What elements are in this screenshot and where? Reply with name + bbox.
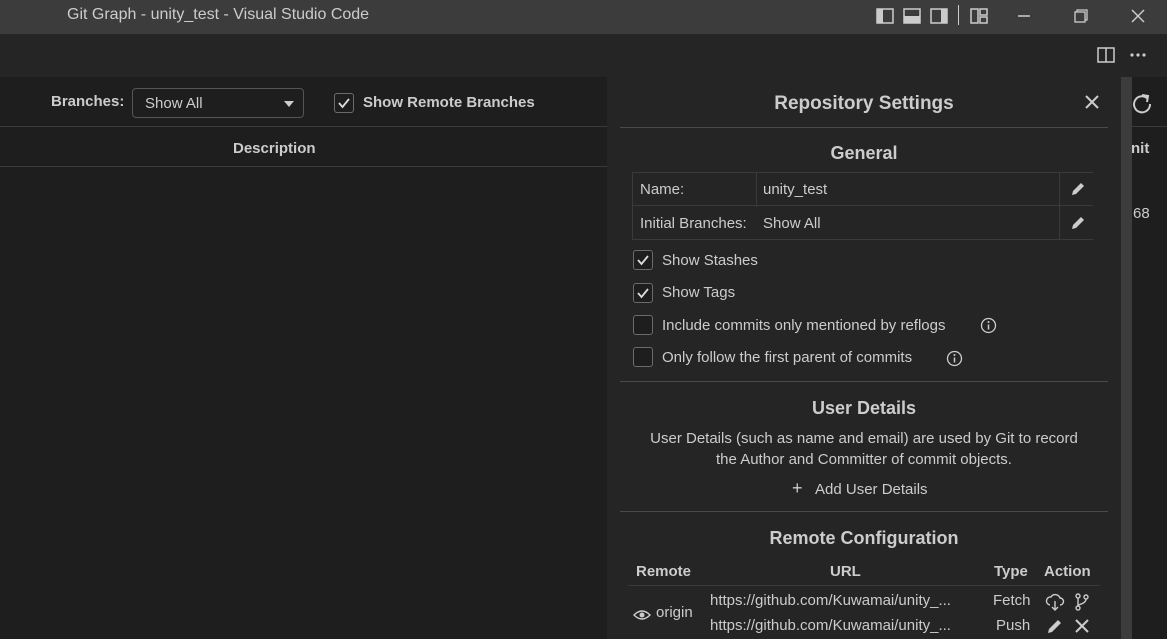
branches-label: Branches:: [51, 93, 125, 110]
commit-column-header-partial: nit: [1131, 140, 1150, 157]
checkmark-icon: [637, 255, 649, 266]
initial-branches-value: Show All: [763, 215, 821, 232]
push-type: Push: [996, 617, 1031, 634]
remote-column-header: Remote: [636, 563, 692, 580]
window-title: Git Graph - unity_test - Visual Studio C…: [67, 6, 370, 23]
branches-dropdown[interactable]: Show All: [132, 88, 304, 118]
branch-icon[interactable]: [1072, 592, 1092, 612]
restore-icon[interactable]: [1068, 4, 1094, 28]
first-parent-checkbox[interactable]: [633, 347, 653, 367]
show-remote-branches-label: Show Remote Branches: [363, 94, 535, 111]
initial-branches-setting-row: Initial Branches: Show All: [632, 207, 1093, 240]
checkmark-icon: [637, 288, 649, 299]
action-column-header: Action: [1044, 563, 1091, 580]
user-details-section-title: User Details: [811, 398, 917, 418]
name-label: Name:: [640, 181, 685, 198]
info-icon[interactable]: [946, 350, 963, 367]
panel-scrollbar[interactable]: [1121, 77, 1132, 639]
name-value: unity_test: [763, 181, 828, 198]
show-remote-branches-checkbox[interactable]: [334, 93, 354, 113]
user-details-description: User Details (such as name and email) ar…: [620, 428, 1108, 470]
add-user-details-button[interactable]: + Add User Details: [792, 478, 928, 499]
repository-settings-title: Repository Settings: [774, 93, 954, 114]
table-border: [632, 173, 633, 240]
branches-dropdown-value: Show All: [145, 95, 203, 112]
checkmark-icon: [338, 98, 350, 109]
divider: [620, 511, 1108, 512]
remote-config-section-title: Remote Configuration: [769, 528, 959, 548]
show-stashes-label: Show Stashes: [662, 252, 758, 269]
show-stashes-checkbox[interactable]: [633, 250, 653, 270]
show-tags-checkbox[interactable]: [633, 283, 653, 303]
info-icon[interactable]: [980, 317, 997, 334]
fetch-url: https://github.com/Kuwamai/unity_...: [710, 592, 951, 609]
edit-remote-icon[interactable]: [1045, 616, 1065, 636]
delete-remote-icon[interactable]: [1072, 616, 1092, 636]
divider: [620, 127, 1108, 128]
close-window-icon[interactable]: [1125, 4, 1151, 28]
toggle-secondary-sidebar-icon[interactable]: [926, 4, 952, 28]
refresh-icon[interactable]: [1130, 91, 1154, 115]
dropdown-arrow-icon: [284, 101, 294, 107]
show-tags-label: Show Tags: [662, 284, 736, 301]
toggle-primary-sidebar-icon[interactable]: [872, 4, 898, 28]
divider: [620, 381, 1108, 382]
more-actions-icon[interactable]: [1126, 44, 1150, 66]
user-details-description-line: User Details (such as name and email) ar…: [650, 430, 1078, 447]
table-border: [1059, 173, 1060, 240]
push-url: https://github.com/Kuwamai/unity_...: [710, 617, 951, 634]
first-parent-label: Only follow the first parent of commits: [662, 349, 913, 366]
edit-name-icon[interactable]: [1069, 180, 1087, 198]
general-section-title: General: [830, 143, 898, 163]
close-settings-icon[interactable]: [1082, 92, 1102, 112]
description-column-header: Description: [233, 140, 316, 157]
titlebar-divider: [958, 5, 959, 25]
editor-tab-bar: [0, 34, 1167, 77]
customize-layout-icon[interactable]: [966, 4, 992, 28]
fetch-type: Fetch: [993, 592, 1031, 609]
eye-icon[interactable]: [633, 608, 651, 622]
toggle-panel-icon[interactable]: [899, 4, 925, 28]
remote-name: origin: [656, 604, 693, 621]
split-editor-icon[interactable]: [1094, 44, 1118, 66]
name-setting-row: Name: unity_test: [632, 173, 1093, 206]
type-column-header: Type: [994, 563, 1028, 580]
add-user-details-label: Add User Details: [815, 481, 928, 498]
user-details-description-line: the Author and Committer of commit objec…: [716, 451, 1012, 468]
commit-cell-partial: 68: [1133, 205, 1150, 222]
minimize-icon[interactable]: [1011, 4, 1037, 28]
include-reflogs-checkbox[interactable]: [633, 315, 653, 335]
fetch-cloud-icon[interactable]: [1045, 592, 1065, 612]
divider: [628, 585, 1100, 586]
url-column-header: URL: [830, 563, 861, 580]
table-border: [756, 173, 757, 207]
plus-icon: +: [792, 478, 803, 498]
edit-initial-branches-icon[interactable]: [1069, 214, 1087, 232]
include-reflogs-label: Include commits only mentioned by reflog…: [662, 317, 946, 334]
initial-branches-label: Initial Branches:: [640, 215, 747, 232]
